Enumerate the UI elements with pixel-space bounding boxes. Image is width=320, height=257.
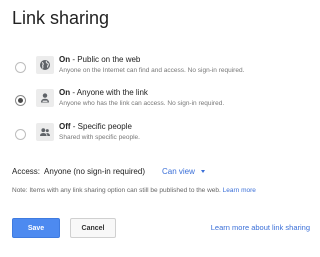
option-specific-people[interactable]: Off - Specific people Shared with specif… (12, 121, 312, 155)
access-value: Anyone (no sign-in required) (44, 167, 145, 176)
option-state: Off (59, 122, 71, 131)
link-user-icon (36, 89, 54, 107)
option-anyone-with-link[interactable]: On - Anyone with the link Anyone who has… (12, 87, 312, 121)
learn-more-link[interactable]: Learn more (223, 187, 256, 194)
option-label: Specific people (77, 122, 132, 131)
radio-public-on-web[interactable] (15, 62, 26, 73)
radio-anyone-with-link[interactable] (15, 95, 26, 106)
option-description: Shared with specific people. (59, 134, 140, 141)
option-state: On (59, 88, 71, 97)
radio-specific-people[interactable] (15, 129, 26, 140)
option-label: Anyone with the link (76, 88, 148, 97)
save-button[interactable]: Save (12, 218, 60, 238)
people-icon (36, 123, 54, 141)
chevron-down-icon (200, 170, 205, 174)
permission-dropdown[interactable]: Can view (162, 167, 205, 176)
note-text: Note: Items with any link sharing option… (12, 187, 221, 194)
option-label: Public on the web (77, 55, 141, 64)
option-state: On (59, 55, 71, 64)
access-row: Access: Anyone (no sign-in required) (12, 167, 145, 176)
dialog-title: Link sharing (12, 8, 110, 28)
learn-more-sharing-link[interactable]: Learn more about link sharing (211, 223, 310, 232)
option-public-on-web[interactable]: On - Public on the web Anyone on the Int… (12, 54, 312, 88)
publish-note: Note: Items with any link sharing option… (12, 187, 256, 194)
permission-value: Can view (162, 167, 195, 176)
option-description: Anyone who has the link can access. No s… (59, 100, 225, 107)
globe-icon (36, 56, 54, 74)
option-description: Anyone on the Internet can find and acce… (59, 67, 245, 74)
access-label: Access: (12, 167, 41, 176)
cancel-button[interactable]: Cancel (70, 218, 116, 238)
